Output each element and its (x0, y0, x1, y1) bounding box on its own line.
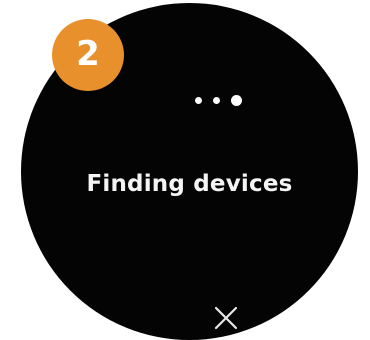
progress-dot-2 (213, 97, 220, 104)
step-badge: 2 (52, 19, 124, 91)
progress-dot-3-active (231, 95, 242, 106)
close-icon (214, 306, 238, 330)
progress-dot-1 (195, 97, 202, 104)
close-button[interactable] (210, 302, 242, 334)
step-number: 2 (76, 34, 100, 74)
progress-dots (195, 95, 242, 106)
status-text: Finding devices (86, 171, 293, 197)
